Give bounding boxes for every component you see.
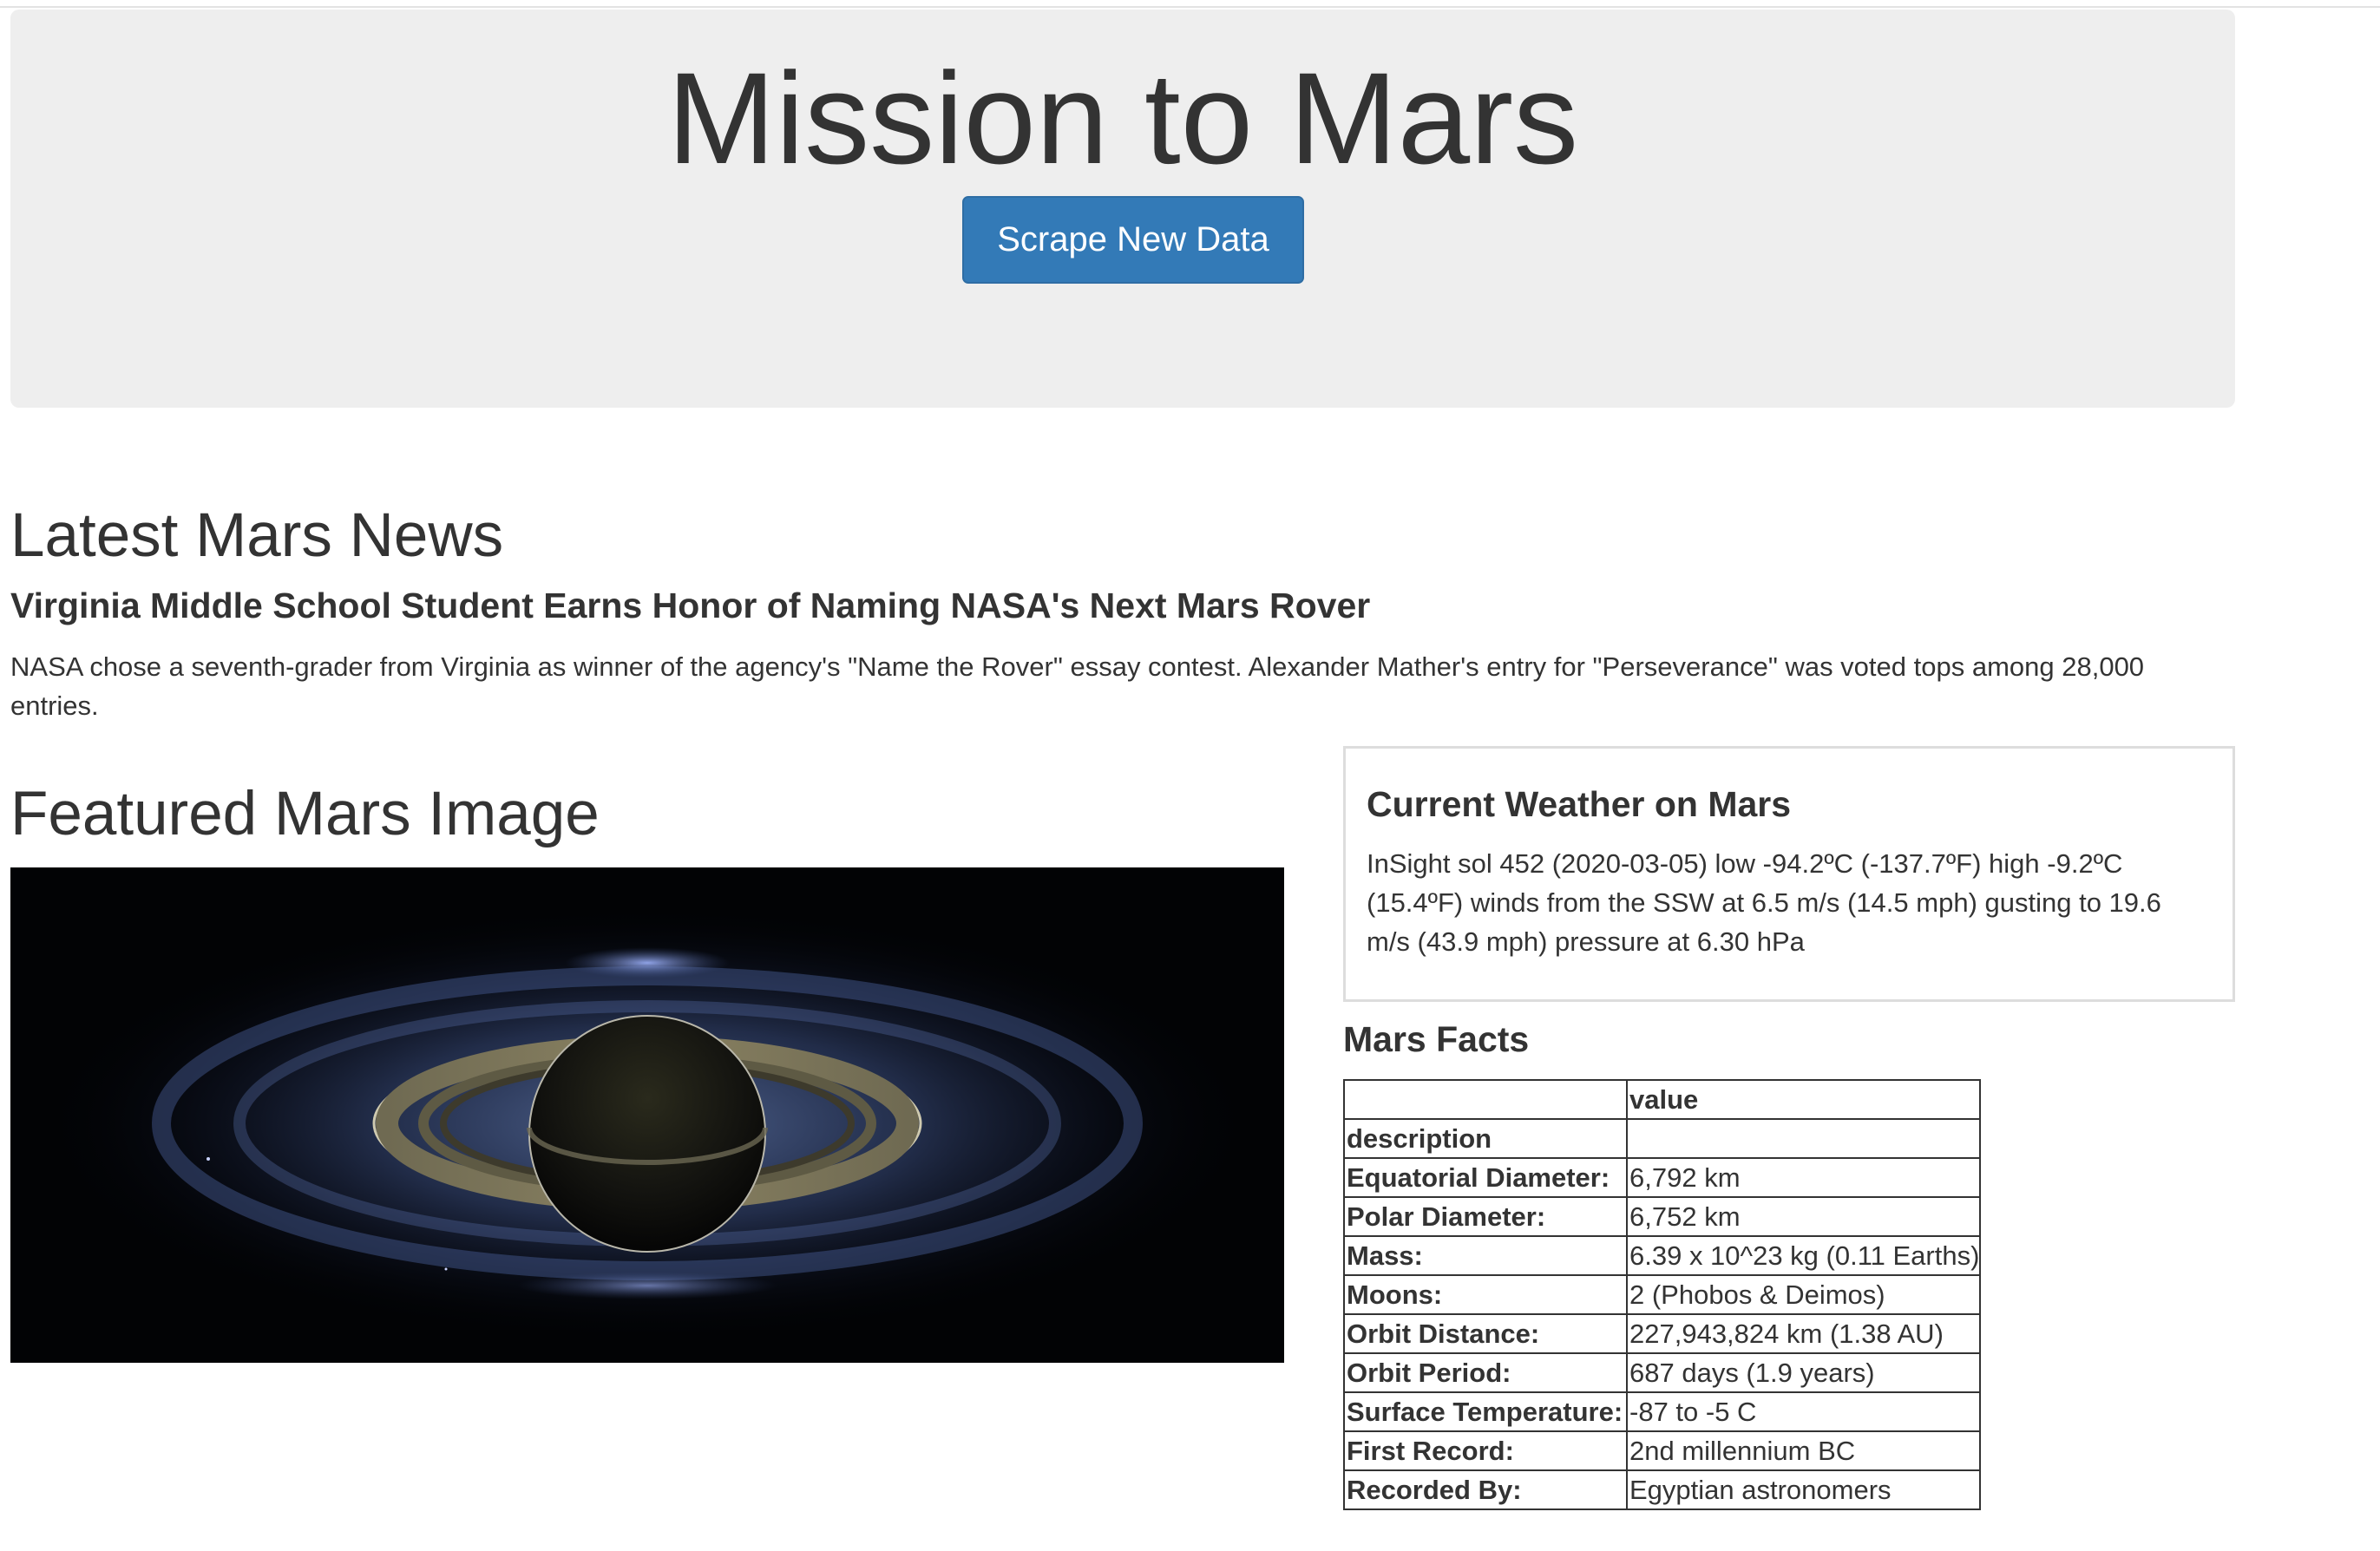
fact-label: Recorded By: [1343,1469,1628,1510]
featured-image-heading: Featured Mars Image [10,780,600,848]
table-row: Moons: 2 (Phobos & Deimos) [1343,1274,1982,1315]
featured-mars-image [10,867,1284,1363]
table-row: Orbit Period: 687 days (1.9 years) [1343,1352,1982,1393]
fact-label: Surface Temperature: [1343,1391,1628,1432]
scrape-new-data-button[interactable]: Scrape New Data [962,196,1304,284]
fact-value: Egyptian astronomers [1625,1469,1982,1510]
top-divider [0,6,2380,8]
table-row: Orbit Distance: 227,943,824 km (1.38 AU) [1343,1313,1982,1354]
table-row: Mass: 6.39 x 10^23 kg (0.11 Earths) [1343,1235,1982,1276]
jumbotron-header: Mission to Mars Scrape New Data [10,10,2235,408]
news-paragraph: NASA chose a seventh-grader from Virgini… [10,651,2145,721]
fact-label: Equatorial Diameter: [1343,1157,1628,1198]
fact-value: -87 to -5 C [1625,1391,1982,1432]
saturn-image [10,867,1284,1363]
fact-value: 6,752 km [1625,1196,1982,1237]
table-header-value: value [1625,1079,1982,1120]
weather-title: Current Weather on Mars [1367,784,1792,824]
table-index-row: description [1343,1118,1982,1159]
fact-label: Orbit Distance: [1343,1313,1628,1354]
mars-facts-table: value description Equatorial Diameter: 6… [1343,1079,1982,1510]
table-index-label: description [1343,1118,1628,1159]
fact-label: Orbit Period: [1343,1352,1628,1393]
mars-facts-title: Mars Facts [1343,1019,1530,1059]
table-row: First Record: 2nd millennium BC [1343,1430,1982,1471]
table-row: Surface Temperature: -87 to -5 C [1343,1391,1982,1432]
fact-label: Mass: [1343,1235,1628,1276]
table-header-row: value [1343,1079,1982,1120]
weather-text: InSight sol 452 (2020-03-05) low -94.2ºC… [1367,848,2161,957]
news-headline: Virginia Middle School Student Earns Hon… [10,586,1371,625]
table-row: Recorded By: Egyptian astronomers [1343,1469,1982,1510]
fact-value: 6,792 km [1625,1157,1982,1198]
latest-news-heading: Latest Mars News [10,501,504,570]
fact-value: 2nd millennium BC [1625,1430,1982,1471]
table-row: Polar Diameter: 6,752 km [1343,1196,1982,1237]
fact-value: 2 (Phobos & Deimos) [1625,1274,1982,1315]
fact-value: 227,943,824 km (1.38 AU) [1625,1313,1982,1354]
fact-label: First Record: [1343,1430,1628,1471]
fact-value: 6.39 x 10^23 kg (0.11 Earths) [1625,1235,1982,1276]
table-index-empty [1625,1118,1982,1159]
page-title: Mission to Mars [666,45,1579,191]
table-row: Equatorial Diameter: 6,792 km [1343,1157,1982,1198]
fact-label: Moons: [1343,1274,1628,1315]
fact-label: Polar Diameter: [1343,1196,1628,1237]
fact-value: 687 days (1.9 years) [1625,1352,1982,1393]
weather-panel: Current Weather on Mars InSight sol 452 … [1343,746,2235,1002]
table-header-blank [1343,1079,1628,1120]
